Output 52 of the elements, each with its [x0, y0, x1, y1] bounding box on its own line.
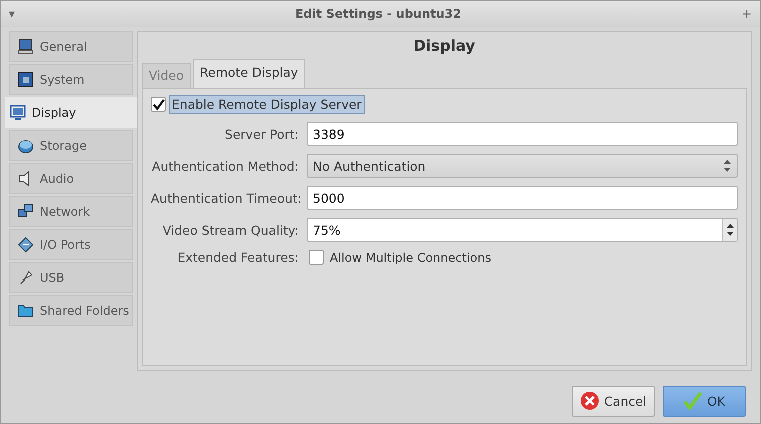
sidebar-item[interactable]: General: [9, 31, 133, 62]
window-menu-glyph[interactable]: ▾: [9, 7, 16, 21]
spin-box[interactable]: 75%: [307, 218, 738, 242]
port-icon: [18, 236, 34, 252]
checkbox-label[interactable]: Enable Remote Display Server: [169, 95, 365, 114]
sidebar-item[interactable]: Display: [5, 97, 137, 128]
field-label: Authentication Method:: [151, 158, 299, 174]
checkmark-icon: [683, 391, 704, 411]
sidebar-item[interactable]: Audio: [9, 163, 133, 194]
field-label: Server Port:: [224, 126, 299, 142]
checkbox[interactable]: [151, 97, 166, 112]
sidebar-item[interactable]: I/O Ports: [9, 229, 133, 260]
sidebar-item[interactable]: Storage: [9, 130, 133, 161]
sidebar-item[interactable]: Shared Folders: [9, 295, 133, 326]
display-icon: [10, 104, 26, 120]
sidebar-item-label: Network: [40, 204, 90, 218]
dropdown[interactable]: No Authentication: [307, 154, 738, 178]
sidebar-item-label: Shared Folders: [40, 304, 130, 318]
page-title: Display: [412, 36, 476, 57]
sidebar-item-label: System: [40, 72, 85, 86]
sidebar-item-label: USB: [40, 270, 65, 284]
up-down-arrows-icon: [724, 160, 731, 172]
sidebar-item-label: I/O Ports: [40, 238, 91, 252]
sidebar-item-label: Storage: [40, 138, 87, 152]
tab[interactable]: Remote Display: [193, 59, 306, 88]
sidebar-item[interactable]: Network: [9, 196, 133, 227]
disk-icon: [18, 138, 34, 154]
input-field[interactable]: 3389: [307, 122, 738, 146]
tab[interactable]: Video: [142, 63, 192, 88]
checkbox[interactable]: [309, 250, 324, 265]
close-icon: [580, 391, 600, 411]
ok-button[interactable]: OK: [663, 386, 746, 416]
sidebar-item-label: General: [40, 40, 88, 54]
field-label: Video Stream Quality:: [162, 222, 299, 238]
sidebar-item-label: Display: [32, 106, 76, 120]
input-field[interactable]: 5000: [307, 186, 738, 210]
plug-icon: [18, 270, 34, 286]
window-extra-glyph[interactable]: +: [742, 7, 752, 21]
network-icon: [18, 204, 34, 220]
sidebar-item[interactable]: System: [9, 64, 133, 95]
checkbox-label[interactable]: Allow Multiple Connections: [330, 250, 492, 264]
field-label: Authentication Timeout:: [151, 190, 299, 206]
chip-icon: [18, 72, 34, 88]
cancel-button[interactable]: Cancel: [572, 386, 655, 416]
spin-arrows-icon[interactable]: [722, 219, 737, 241]
folder-icon: [18, 302, 34, 318]
field-label: Extended Features:: [176, 250, 299, 265]
checkmark-icon: [152, 98, 164, 110]
sidebar-item-label: Audio: [40, 172, 74, 186]
monitor-icon: [18, 38, 34, 54]
sidebar-item[interactable]: USB: [9, 262, 133, 293]
window-title: Edit Settings - ubuntu32: [295, 7, 462, 21]
